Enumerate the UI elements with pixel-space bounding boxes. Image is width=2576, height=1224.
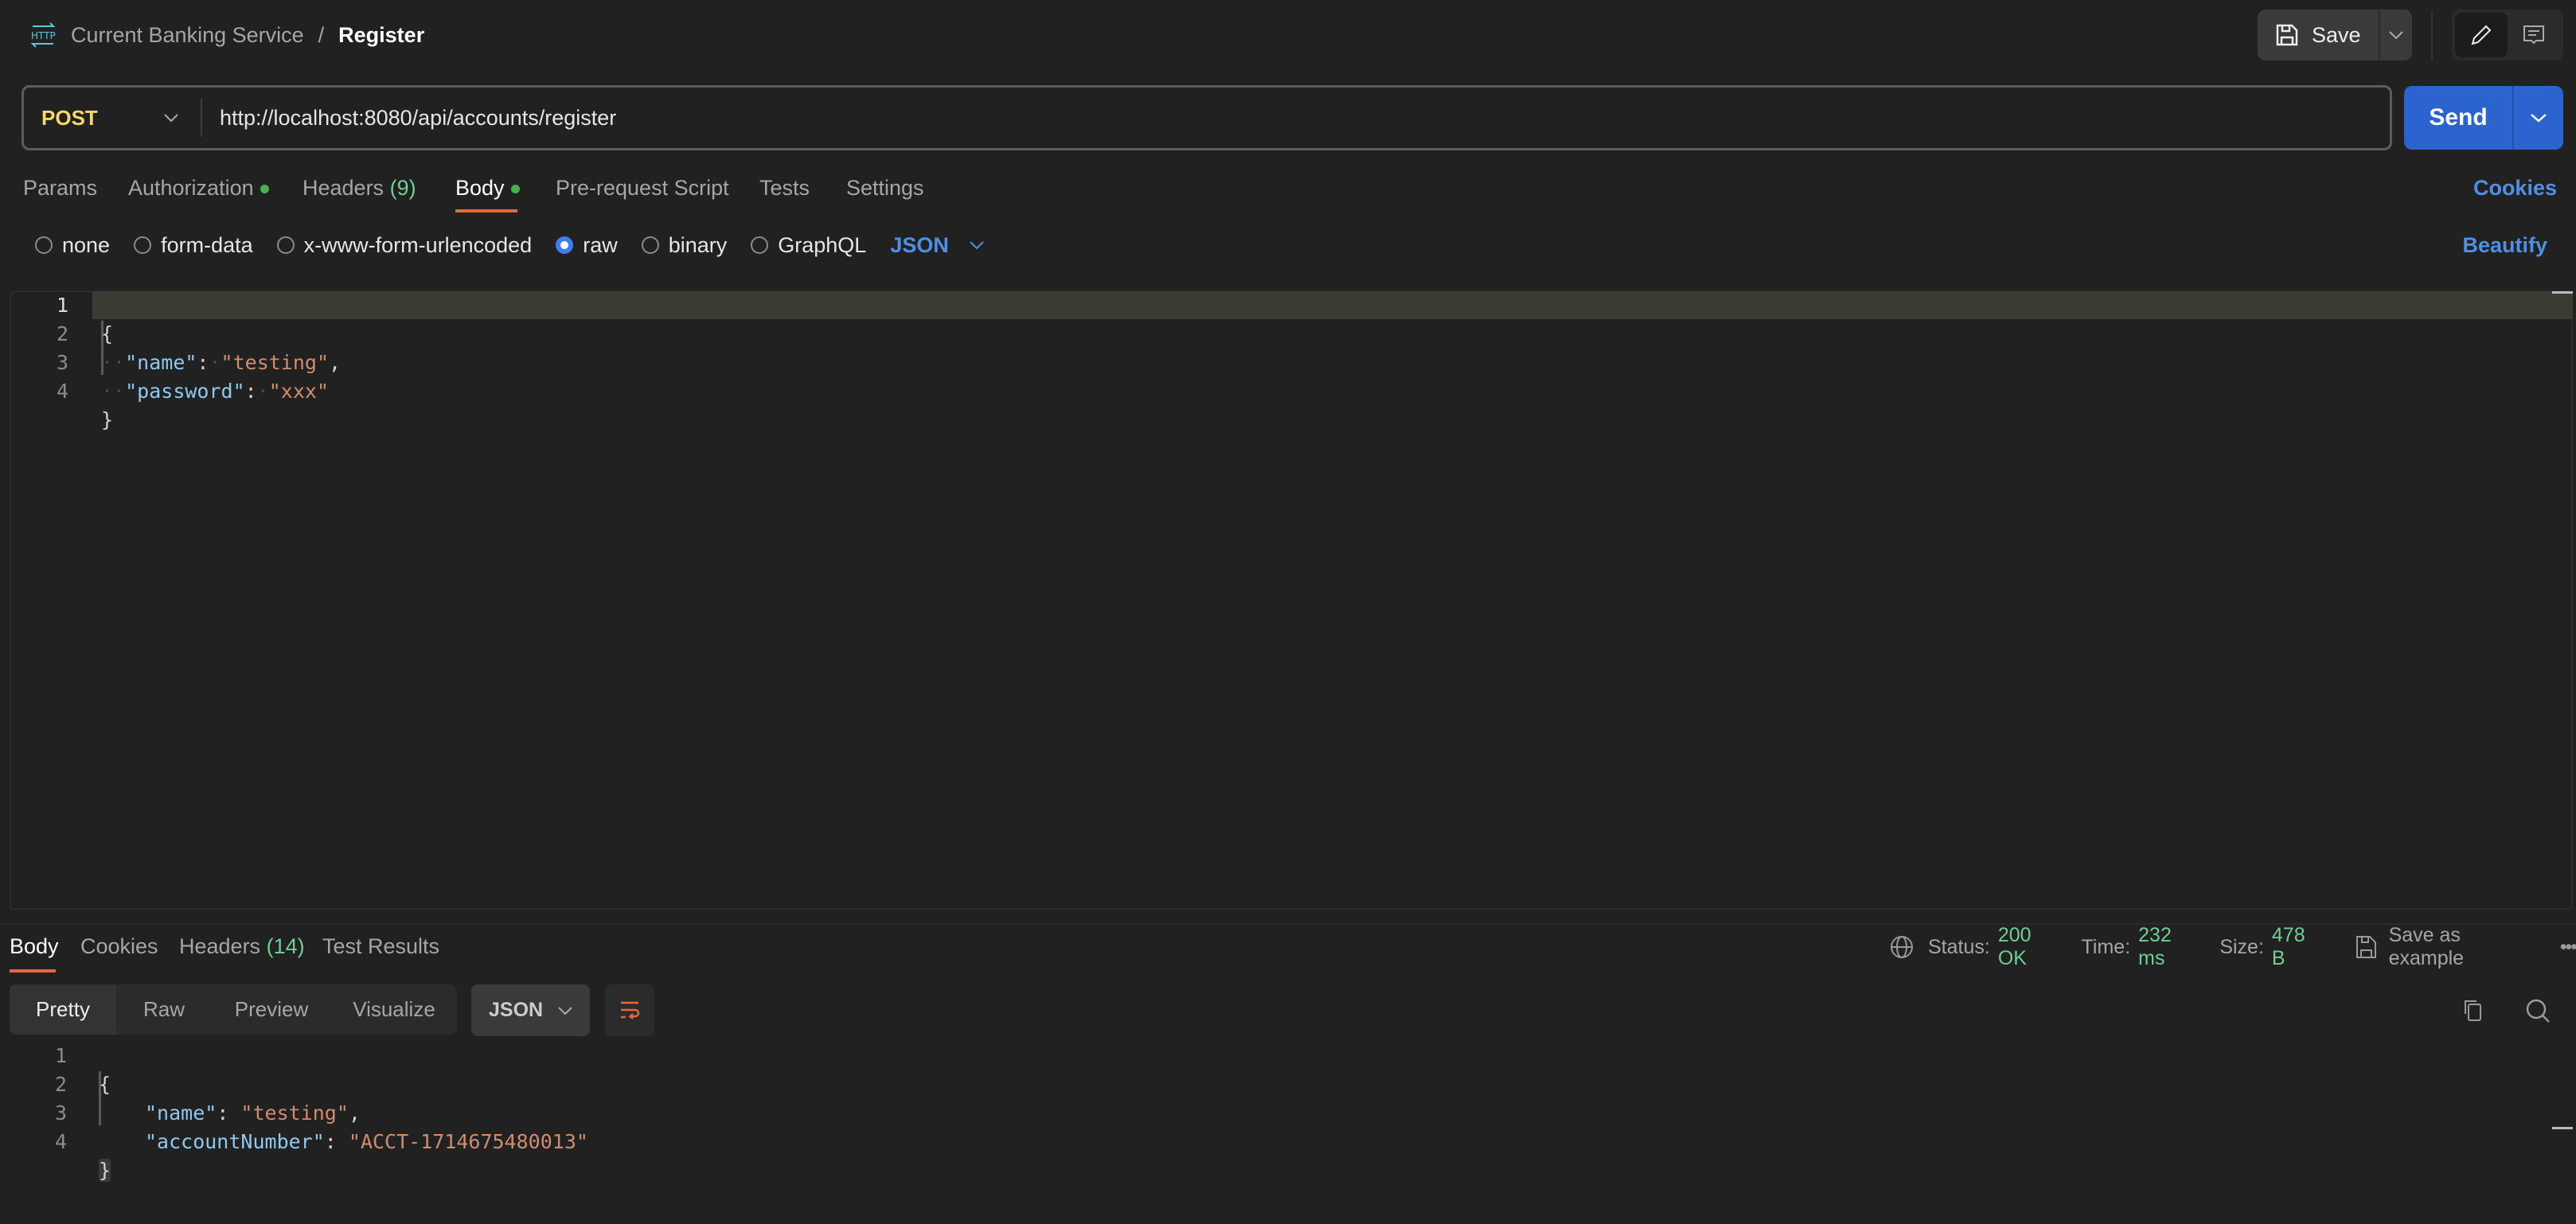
scrollbar[interactable] <box>2552 1127 2573 1129</box>
send-button[interactable]: Send <box>2404 86 2512 150</box>
view-pretty[interactable]: Pretty <box>10 984 116 1035</box>
copy-icon[interactable] <box>2461 998 2485 1022</box>
more-options-icon[interactable]: ••• <box>2560 936 2576 959</box>
status-code[interactable]: 200 OK <box>1998 924 2061 970</box>
radio-graphql[interactable]: GraphQL <box>751 233 866 258</box>
radio-none[interactable]: none <box>35 233 110 258</box>
radio-x-www-form-urlencoded[interactable]: x-www-form-urlencoded <box>276 233 532 258</box>
tab-settings[interactable]: Settings <box>846 173 924 202</box>
save-as-example-button[interactable]: Save as example <box>2355 924 2528 970</box>
collection-link[interactable]: Current Banking Service <box>71 23 304 48</box>
tab-headers[interactable]: Headers (9) <box>302 173 416 202</box>
send-dropdown-button[interactable] <box>2512 86 2563 150</box>
request-name[interactable]: Register <box>338 23 424 48</box>
response-time[interactable]: 232 ms <box>2138 924 2199 970</box>
search-icon[interactable] <box>2525 998 2551 1023</box>
response-view-tabs: Pretty Raw Preview Visualize <box>10 984 457 1035</box>
tab-pre-request-script[interactable]: Pre-request Script <box>556 173 729 202</box>
cookies-link[interactable]: Cookies <box>2473 173 2557 202</box>
response-tab-headers[interactable]: Headers (14) <box>179 932 305 961</box>
save-icon <box>2275 23 2299 47</box>
comments-button[interactable] <box>2508 13 2560 57</box>
active-tab-indicator <box>10 969 56 973</box>
body-type-selector: none form-data x-www-form-urlencoded raw… <box>35 231 1008 259</box>
radio-raw[interactable]: raw <box>556 233 618 258</box>
url-input[interactable]: http://localhost:8080/api/accounts/regis… <box>202 106 616 131</box>
response-meta: Status: 200 OK Time: 232 ms Size: 478 B Sav… <box>1890 924 2576 969</box>
line-numbers: 1234 <box>56 294 68 403</box>
response-tab-body[interactable]: Body <box>10 932 59 961</box>
tab-body[interactable]: Body <box>455 173 520 202</box>
divider <box>2431 11 2433 60</box>
active-tab-indicator <box>455 209 517 212</box>
breadcrumb-separator: / <box>318 22 325 47</box>
pencil-icon <box>2469 23 2493 47</box>
save-dropdown-button[interactable] <box>2378 10 2412 60</box>
scrollbar[interactable] <box>2552 291 2573 294</box>
comment-icon <box>2522 23 2546 47</box>
mode-toggle <box>2452 10 2563 60</box>
save-button-group: Save <box>2258 10 2412 60</box>
body-format-select[interactable]: JSON <box>890 233 984 258</box>
status-dot <box>510 185 520 194</box>
svg-text:HTTP: HTTP <box>31 30 56 41</box>
url-bar: POST http://localhost:8080/api/accounts/… <box>21 85 2392 150</box>
current-line-highlight <box>92 291 2573 319</box>
save-label: Save <box>2312 22 2361 47</box>
response-size[interactable]: 478 B <box>2272 924 2320 970</box>
edit-button[interactable] <box>2455 13 2508 57</box>
chevron-down-icon <box>2388 30 2404 40</box>
save-button[interactable]: Save <box>2258 10 2379 60</box>
chevron-down-icon <box>970 241 984 249</box>
wrap-icon <box>618 999 642 1023</box>
method-select[interactable]: POST <box>24 106 201 131</box>
view-visualize[interactable]: Visualize <box>331 984 457 1035</box>
view-preview[interactable]: Preview <box>212 984 331 1035</box>
chevron-down-icon <box>2530 113 2547 123</box>
tab-tests[interactable]: Tests <box>759 173 810 202</box>
wrap-lines-button[interactable] <box>605 984 654 1036</box>
tab-params[interactable]: Params <box>23 173 97 202</box>
save-icon <box>2355 935 2378 959</box>
tab-authorization[interactable]: Authorization <box>128 173 269 202</box>
radio-binary[interactable]: binary <box>641 233 727 258</box>
http-icon: HTTP <box>29 21 57 49</box>
response-format-select[interactable]: JSON <box>471 984 590 1036</box>
request-body-editor[interactable] <box>10 290 2573 910</box>
beautify-link[interactable]: Beautify <box>2462 231 2547 259</box>
request-body-code[interactable]: {··"name":·"testing", ··"password":·"xxx"… <box>101 291 341 463</box>
radio-form-data[interactable]: form-data <box>134 233 253 258</box>
response-tab-cookies[interactable]: Cookies <box>80 932 158 961</box>
chevron-down-icon <box>558 1006 572 1015</box>
status-dot <box>260 185 269 194</box>
method-label: POST <box>41 105 98 130</box>
view-raw[interactable]: Raw <box>116 984 212 1035</box>
response-tab-test-results[interactable]: Test Results <box>322 932 439 961</box>
globe-icon[interactable] <box>1890 935 1914 959</box>
chevron-down-icon <box>164 114 178 122</box>
response-line-numbers: 1234 <box>54 1044 67 1153</box>
breadcrumb: HTTP Current Banking Service / Register <box>29 21 424 49</box>
response-body-code[interactable]: {"name": "testing", "accountNumber": "ACC… <box>99 1042 588 1214</box>
send-button-group: Send <box>2404 86 2563 150</box>
